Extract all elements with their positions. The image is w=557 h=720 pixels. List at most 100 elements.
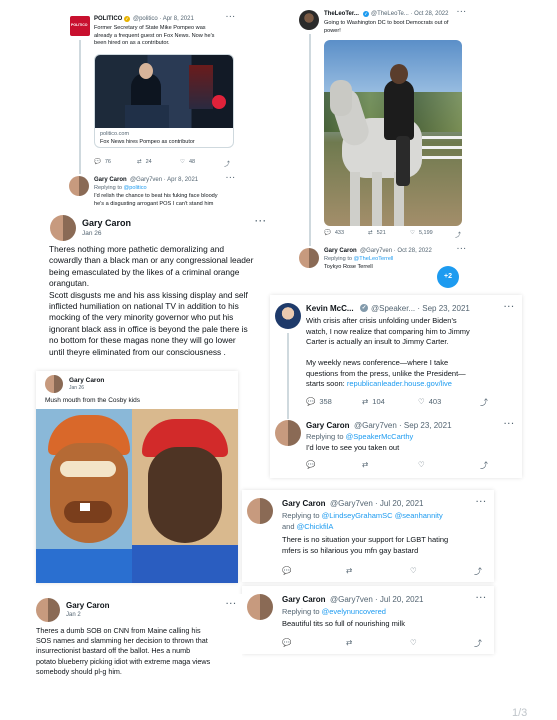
reply-button[interactable]: 💬 433 bbox=[324, 230, 344, 236]
mention-link[interactable]: @seanhannity bbox=[395, 511, 443, 520]
gary-name[interactable]: Gary Caron bbox=[66, 601, 110, 610]
like-icon: ♡ bbox=[418, 397, 425, 406]
reply-button[interactable]: 💬 76 bbox=[94, 159, 111, 165]
gary-name[interactable]: Gary Caron bbox=[82, 218, 131, 228]
gary-avatar[interactable] bbox=[36, 598, 60, 622]
gary-avatar[interactable] bbox=[50, 215, 76, 241]
gary-evelyn-reply: Gary Caron @Gary7ven · Jul 20, 2021 ··· … bbox=[242, 586, 494, 654]
reply-button[interactable]: 💬 358 bbox=[306, 397, 332, 406]
more-icon[interactable]: ··· bbox=[457, 246, 467, 253]
retweet-icon: ⇄ bbox=[362, 460, 369, 469]
leo-avatar[interactable] bbox=[299, 10, 319, 30]
more-icon[interactable]: ··· bbox=[504, 419, 515, 428]
cartoon-face bbox=[50, 443, 128, 543]
flag-decor bbox=[189, 65, 213, 109]
like-icon: ♡ bbox=[410, 566, 417, 575]
link-title: Fox News hires Pompeo as contributor bbox=[100, 139, 195, 145]
more-icon[interactable]: ··· bbox=[476, 497, 487, 506]
gary-avatar[interactable] bbox=[45, 375, 63, 393]
leo-name[interactable]: TheLeoTer... bbox=[324, 11, 359, 17]
cartoon-eyes bbox=[60, 461, 116, 477]
like-button[interactable]: ♡ 48 bbox=[180, 159, 195, 165]
retweet-icon: ⇄ bbox=[346, 638, 353, 647]
verified-icon: ✓ bbox=[124, 16, 130, 22]
reply-icon: 💬 bbox=[306, 460, 316, 469]
share-icon: ⤴ bbox=[474, 639, 482, 648]
gary-avatar[interactable] bbox=[247, 498, 273, 524]
like-button[interactable]: ♡ 5,199 bbox=[410, 230, 433, 236]
gary-handle: @Gary7ven · Sep 23, 2021 bbox=[354, 421, 452, 430]
like-button[interactable]: ♡ bbox=[418, 460, 425, 469]
retweet-button[interactable]: ⇄ bbox=[346, 566, 352, 575]
mention-link[interactable]: @LindseyGrahamSC bbox=[322, 511, 393, 520]
politico-name[interactable]: POLITICO bbox=[94, 16, 122, 22]
share-button[interactable]: ⤴ bbox=[480, 460, 488, 471]
kevin-link[interactable]: republicanleader.house.gov/live bbox=[347, 379, 452, 388]
politico-handle: @politico · Apr 8, 2021 bbox=[133, 16, 194, 22]
share-icon: ⤴ bbox=[474, 567, 482, 576]
retweet-button[interactable]: ⇄ 24 bbox=[137, 159, 152, 165]
meme-image[interactable] bbox=[36, 409, 238, 583]
mention-link[interactable]: @evelynuncovered bbox=[322, 607, 386, 616]
gary-avatar[interactable] bbox=[247, 594, 273, 620]
share-button[interactable]: ⤴ bbox=[224, 159, 230, 168]
politico-logo-text: POLITICO bbox=[71, 23, 88, 27]
speaker-head bbox=[139, 63, 153, 79]
retweet-button[interactable]: ⇄ bbox=[362, 460, 368, 469]
gary-name[interactable]: Gary Caron bbox=[306, 421, 350, 430]
link-card[interactable]: politico.com Fox News hires Pompeo as co… bbox=[94, 54, 234, 148]
share-button[interactable]: ⤴ bbox=[474, 638, 482, 649]
leo-photo[interactable] bbox=[324, 40, 462, 226]
kevin-name[interactable]: Kevin McC... bbox=[306, 304, 354, 313]
thread-line bbox=[287, 333, 289, 419]
gary-name[interactable]: Gary Caron bbox=[324, 248, 357, 254]
more-icon[interactable]: ··· bbox=[457, 9, 467, 16]
kevin-avatar[interactable] bbox=[275, 303, 301, 329]
mention-link[interactable]: @SpeakerMcCarthy bbox=[346, 432, 414, 441]
retweet-button[interactable]: ⇄ bbox=[346, 638, 352, 647]
reply-icon: 💬 bbox=[324, 230, 331, 236]
like-icon: ♡ bbox=[410, 230, 415, 236]
reply-button[interactable]: 💬 bbox=[282, 566, 291, 575]
gary-name[interactable]: Gary Caron bbox=[282, 595, 326, 604]
mention-link[interactable]: @ChickfilA bbox=[297, 522, 334, 531]
more-icon[interactable]: ··· bbox=[226, 599, 237, 608]
retweet-button[interactable]: ⇄ 104 bbox=[362, 397, 385, 406]
gary-name[interactable]: Gary Caron bbox=[69, 377, 104, 384]
like-button[interactable]: ♡ bbox=[410, 566, 417, 575]
reply-icon: 💬 bbox=[306, 397, 316, 406]
reply-button[interactable]: 💬 bbox=[306, 460, 315, 469]
leo-handle: @TheLeoTe... · Oct 28, 2022 bbox=[371, 11, 449, 17]
like-icon: ♡ bbox=[418, 460, 425, 469]
mention-link[interactable]: @TheLeoTerrell bbox=[354, 256, 394, 262]
politico-text: Former Secretary of State Mike Pompeo wa… bbox=[94, 25, 215, 47]
gary-reply-text: There is no situation your support for L… bbox=[282, 535, 449, 555]
share-button[interactable]: ⤴ bbox=[474, 566, 482, 577]
compose-fab[interactable]: +2 bbox=[437, 266, 459, 288]
cartoon-tooth bbox=[80, 503, 90, 511]
like-button[interactable]: ♡ bbox=[410, 638, 417, 647]
more-icon[interactable]: ··· bbox=[226, 175, 236, 182]
leo-text: Going to Washington DC to boot Democrats… bbox=[324, 20, 449, 34]
mention-link[interactable]: @politico bbox=[124, 185, 147, 191]
more-icon[interactable]: ··· bbox=[504, 302, 515, 311]
more-icon[interactable]: ··· bbox=[226, 14, 236, 21]
gary-lgbt-reply: Gary Caron @Gary7ven · Jul 20, 2021 ··· … bbox=[242, 490, 494, 582]
gary-name[interactable]: Gary Caron bbox=[282, 499, 326, 508]
politico-avatar[interactable]: POLITICO bbox=[70, 16, 90, 36]
gary-avatar[interactable] bbox=[69, 176, 89, 196]
more-icon[interactable]: ··· bbox=[255, 216, 267, 226]
like-button[interactable]: ♡ 403 bbox=[418, 397, 441, 406]
share-button[interactable]: ⤴ bbox=[455, 230, 461, 239]
reply-button[interactable]: 💬 bbox=[282, 638, 291, 647]
share-button[interactable]: ⤴ bbox=[480, 397, 488, 408]
retweet-icon: ⇄ bbox=[137, 159, 142, 165]
replying-to-line: Replying to @politico bbox=[94, 185, 147, 191]
retweet-button[interactable]: ⇄ 521 bbox=[368, 230, 386, 236]
gary-avatar[interactable] bbox=[299, 248, 319, 268]
more-icon[interactable]: ··· bbox=[476, 593, 487, 602]
gary-avatar[interactable] bbox=[275, 420, 301, 446]
gary-handle: @Gary7ven · Oct 28, 2022 bbox=[360, 248, 432, 254]
kevin-tweet: Kevin McC... ✓ @Speaker... · Sep 23, 202… bbox=[270, 295, 522, 478]
gary-name[interactable]: Gary Caron bbox=[94, 177, 127, 183]
